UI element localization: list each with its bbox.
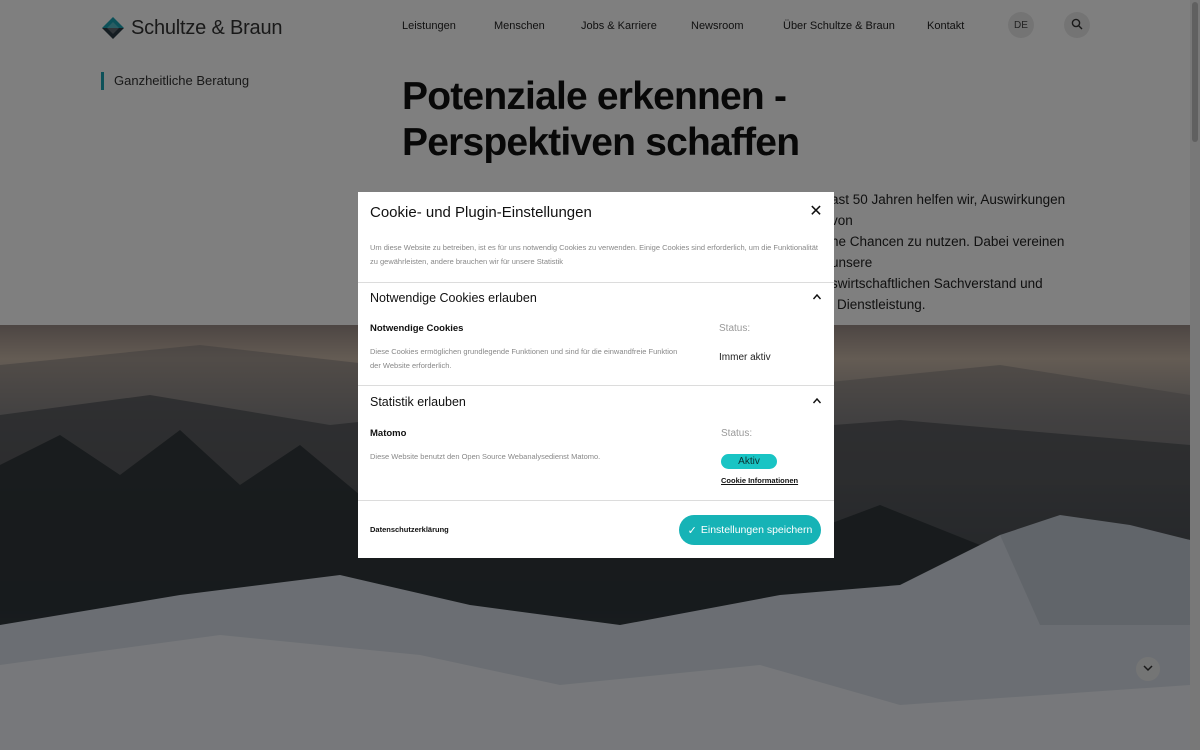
status-label: Status: xyxy=(719,323,751,334)
dialog-title: Cookie- und Plugin-Einstellungen xyxy=(370,204,592,221)
check-icon: ✓ xyxy=(687,524,697,537)
section-title-necessary[interactable]: Notwendige Cookies erlauben xyxy=(370,291,537,305)
section-toggle-necessary[interactable] xyxy=(812,292,822,305)
close-button[interactable]: ✕ xyxy=(808,201,824,221)
cookie-settings-dialog: Cookie- und Plugin-Einstellungen ✕ Um di… xyxy=(358,192,834,558)
cookie-info-link[interactable]: Cookie Informationen xyxy=(721,476,798,485)
dialog-intro-text: Um diese Website zu betreiben, ist es fü… xyxy=(370,243,819,266)
status-value-always-active: Immer aktiv xyxy=(719,352,771,363)
save-settings-button[interactable]: ✓ Einstellungen speichern xyxy=(679,515,821,545)
status-toggle-active[interactable]: Aktiv xyxy=(721,454,777,469)
close-icon: ✕ xyxy=(809,203,823,220)
cookie-item-description: Diese Cookies ermöglichen grundlegende F… xyxy=(370,347,678,370)
cookie-item-name: Matomo xyxy=(370,428,407,439)
chevron-up-icon xyxy=(812,293,822,305)
save-settings-label: Einstellungen speichern xyxy=(700,524,813,536)
section-title-statistics[interactable]: Statistik erlauben xyxy=(370,395,466,409)
section-toggle-statistics[interactable] xyxy=(812,396,822,409)
divider xyxy=(358,385,834,386)
status-label: Status: xyxy=(721,428,753,439)
divider xyxy=(358,500,834,501)
privacy-policy-link[interactable]: Datenschutzerklärung xyxy=(370,525,449,534)
chevron-up-icon xyxy=(812,397,822,409)
divider xyxy=(358,282,834,283)
cookie-item-name: Notwendige Cookies xyxy=(370,323,464,334)
cookie-item-description: Diese Website benutzt den Open Source We… xyxy=(370,452,601,461)
